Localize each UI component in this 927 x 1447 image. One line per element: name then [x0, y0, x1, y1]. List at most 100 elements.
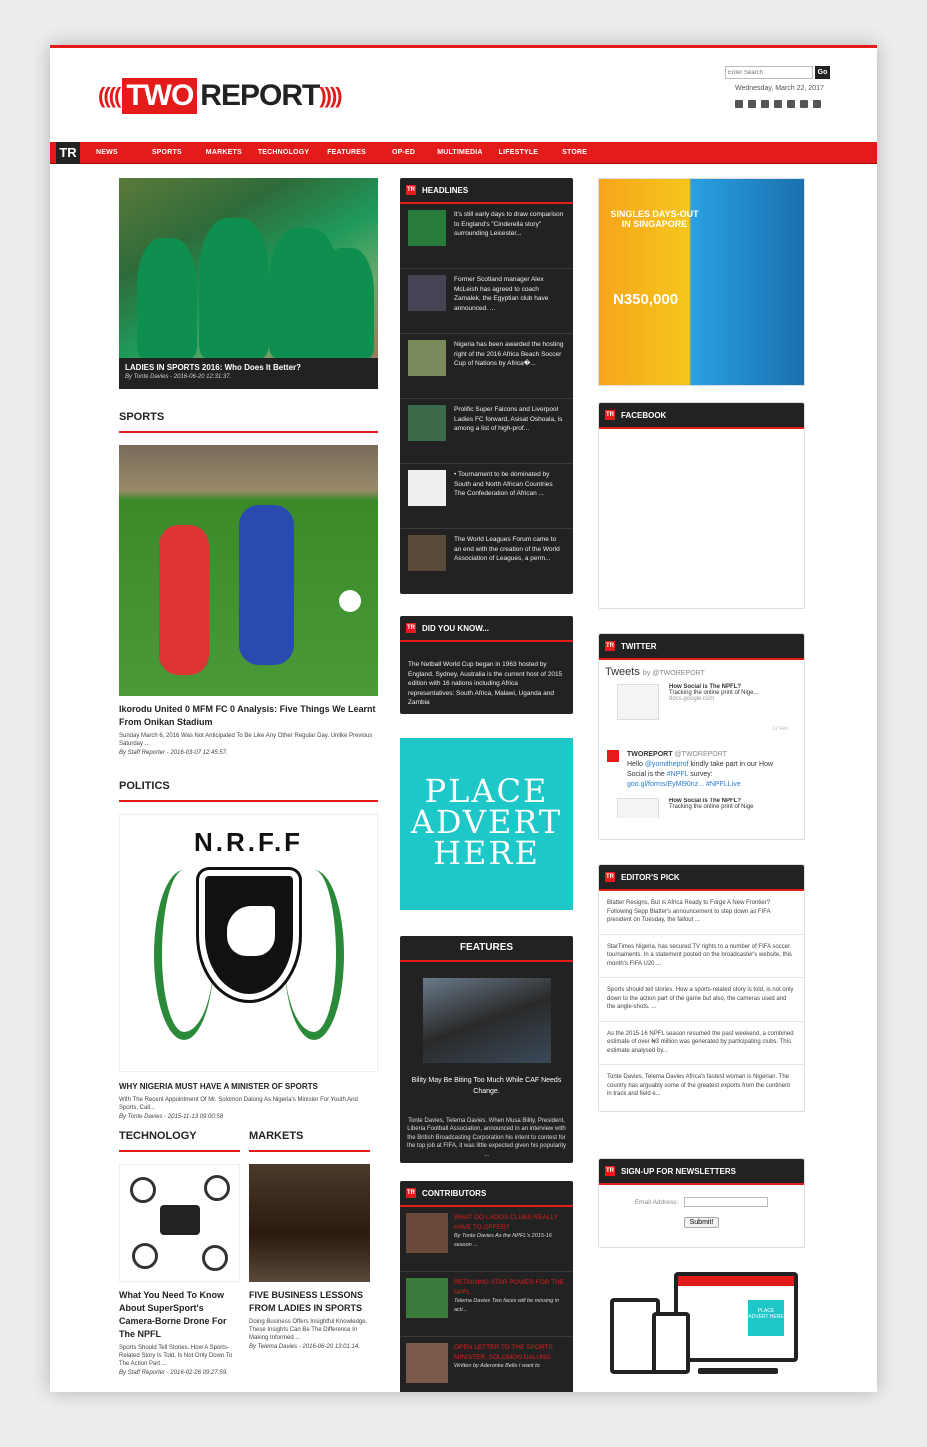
- editors-pick-item[interactable]: Tonte Davies, Telema Davies Africa's fas…: [599, 1065, 804, 1109]
- editors-pick-item[interactable]: Sports should tell stories. How a sports…: [599, 978, 804, 1022]
- section-title-markets[interactable]: MARKETS: [249, 1130, 370, 1152]
- instagram-icon[interactable]: [761, 100, 769, 108]
- devices-ad[interactable]: PLACE ADVERT HERE: [598, 1272, 805, 1380]
- nav-lifestyle[interactable]: LIFESTYLE: [499, 149, 539, 156]
- advert-line: HERE: [433, 833, 540, 872]
- nav-news[interactable]: NEWS: [96, 149, 118, 156]
- tweet-link[interactable]: goo.gl/forms/EyMl90nz...: [627, 781, 704, 788]
- avatar[interactable]: [607, 750, 619, 762]
- singapore-ad-price: N350,000: [613, 291, 679, 308]
- tweet-hashtag[interactable]: #NPFLLive: [706, 781, 741, 788]
- submit-button[interactable]: Submit!: [683, 1217, 720, 1228]
- markets-block: MARKETS FIVE BUSINESS LESSONS FROM LADIE…: [249, 1120, 370, 1376]
- features-title[interactable]: Bility May Be Biting Too Much While CAF …: [400, 1075, 573, 1097]
- technology-image[interactable]: [119, 1164, 240, 1282]
- tweet-handle[interactable]: @TWOREPORT: [674, 751, 726, 758]
- newsletter-widget: TR SIGN-UP FOR NEWSLETTERS Email Address:…: [598, 1158, 805, 1248]
- hero-title[interactable]: LADIES IN SPORTS 2016: Who Does It Bette…: [125, 363, 372, 372]
- section-title-technology[interactable]: TECHNOLOGY: [119, 1130, 240, 1152]
- sports-article-title[interactable]: Ikorodu United 0 MFM FC 0 Analysis: Five…: [119, 703, 378, 729]
- singapore-ad[interactable]: SINGLES DAYS-OUT IN SINGAPORE N350,000: [598, 178, 805, 386]
- politics-article-desc: With The Recent Appointment Of Mr. Solom…: [119, 1097, 358, 1111]
- contributor-title: RETAINING STAR POWER FOR THE NPFL: [454, 1279, 565, 1296]
- search-button[interactable]: Go: [815, 66, 830, 79]
- advert-banner[interactable]: PLACE ADVERT HERE: [400, 737, 573, 910]
- tech-markets-row: TECHNOLOGY What You Need To Know About S…: [119, 1120, 378, 1376]
- headline-item[interactable]: It's still early days to draw comparison…: [400, 204, 573, 269]
- youtube-icon[interactable]: [787, 100, 795, 108]
- headline-item[interactable]: • Tournament to be dominated by South an…: [400, 464, 573, 529]
- advert-line: ADVERT: [410, 802, 563, 841]
- search-input[interactable]: [725, 66, 813, 79]
- page: (((( TWO REPORT )))) Go Wednesday, March…: [50, 45, 877, 1392]
- tr-icon: TR: [605, 872, 615, 882]
- tweet-user[interactable]: TWOREPORT: [627, 751, 673, 758]
- logo-two: TWO: [122, 78, 198, 114]
- markets-image[interactable]: [249, 1164, 370, 1282]
- tweet-card[interactable]: How Social is The NPFL? Tracking the onli…: [617, 798, 794, 818]
- nav-multimedia[interactable]: MULTIMEDIA: [437, 149, 482, 156]
- email-icon[interactable]: [813, 100, 821, 108]
- contributor-item[interactable]: RETAINING STAR POWER FOR THE NPFL Telema …: [400, 1272, 573, 1337]
- contributor-item[interactable]: OPEN LETTER TO THE SPORTS MINISTER, SOLO…: [400, 1337, 573, 1392]
- technology-article-meta: By Staff Reporter - 2016-02-26 09:27:59.: [119, 1370, 228, 1376]
- technology-article-title[interactable]: What You Need To Know About SuperSport's…: [119, 1289, 240, 1341]
- editors-pick-item[interactable]: As the 2015-16 NPFL season resumed the p…: [599, 1022, 804, 1065]
- did-you-know-text: The Netball World Cup began in 1963 host…: [408, 661, 563, 706]
- nav-features[interactable]: FEATURES: [327, 149, 366, 156]
- email-field[interactable]: [684, 1197, 769, 1207]
- editors-pick-widget: TR EDITOR'S PICK Blatter Resigns, But is …: [598, 864, 805, 1112]
- politics-article-title[interactable]: WHY NIGERIA MUST HAVE A MINISTER OF SPOR…: [119, 1080, 378, 1093]
- tweets-title: Tweets: [605, 666, 640, 678]
- tweet-mention[interactable]: @yomitheprof: [645, 761, 689, 768]
- politics-image[interactable]: N.R.F.F: [119, 814, 378, 1072]
- headlines-box: TR HEADLINES It's still early days to dra…: [400, 178, 573, 594]
- newsletter-header: TR SIGN-UP FOR NEWSLETTERS: [599, 1159, 804, 1185]
- hero-meta: By Tonte Davies - 2016-06-20 12:31:37.: [125, 374, 232, 380]
- contributor-item[interactable]: WHAT DO LAGOS CLUBS REALLY HAVE TO OFFER…: [400, 1207, 573, 1272]
- contributor-desc: By Tonte Davies As the NPFL's 2015-16 se…: [454, 1233, 552, 1248]
- nav-technology[interactable]: TECHNOLOGY: [258, 149, 309, 156]
- markets-article-title[interactable]: FIVE BUSINESS LESSONS FROM LADIES IN SPO…: [249, 1289, 370, 1315]
- tweets-by[interactable]: by @TWOREPORT: [643, 670, 705, 677]
- facebook-icon[interactable]: [735, 100, 743, 108]
- headline-item[interactable]: The World Leagues Forum came to an end w…: [400, 529, 573, 594]
- sports-article-desc: Sunday March 6, 2016 Was Not Anticipated…: [119, 733, 373, 747]
- technology-article-desc: Sports Should Tell Stories. How A Sports…: [119, 1345, 233, 1367]
- did-you-know-title: DID YOU KNOW...: [422, 623, 489, 633]
- editors-pick-item[interactable]: StarTimes Nigeria, has secured TV rights…: [599, 935, 804, 978]
- hero-image[interactable]: [119, 178, 378, 358]
- headline-item[interactable]: Former Scotland manager Alex McLeish has…: [400, 269, 573, 334]
- features-header: FEATURES: [400, 936, 573, 962]
- main-nav: TR NEWS SPORTS MARKETS TECHNOLOGY FEATUR…: [50, 141, 877, 164]
- site-logo[interactable]: (((( TWO REPORT )))): [98, 76, 343, 116]
- editors-pick-item[interactable]: Blatter Resigns, But is Africa Ready to …: [599, 891, 804, 935]
- nav-store[interactable]: STORE: [562, 149, 587, 156]
- twitter-icon[interactable]: [748, 100, 756, 108]
- twitter-widget: TR TWITTER Tweets by @TWOREPORT How Socia…: [598, 633, 805, 840]
- tr-icon: TR: [406, 1188, 416, 1198]
- nav-sports[interactable]: SPORTS: [152, 149, 182, 156]
- tweet-card-url: docs.google.com: [669, 696, 715, 702]
- headline-text: Nigeria has been awarded the hosting rig…: [454, 341, 564, 367]
- tweet-hashtag[interactable]: #NPFL: [667, 771, 689, 778]
- features-image[interactable]: [422, 977, 551, 1063]
- tweet-card[interactable]: How Social is The NPFL? Tracking the onli…: [617, 684, 794, 720]
- google-plus-icon[interactable]: [774, 100, 782, 108]
- nav-markets[interactable]: MARKETS: [206, 149, 242, 156]
- markets-article-meta: By Telema Davies - 2016-06-20 13:01:14.: [249, 1344, 360, 1350]
- devices-ad-text: PLACE ADVERT HERE: [748, 1300, 784, 1336]
- contributors-header: TR CONTRIBUTORS: [400, 1181, 573, 1207]
- tweet-text: survey:: [690, 771, 713, 778]
- linkedin-icon[interactable]: [800, 100, 808, 108]
- headline-item[interactable]: Nigeria has been awarded the hosting rig…: [400, 334, 573, 399]
- nrff-emblem: [144, 850, 354, 1040]
- sports-article-meta: By Staff Reporter - 2016-03-07 12:45:57.: [119, 750, 228, 756]
- section-title-politics[interactable]: POLITICS: [119, 780, 378, 802]
- sports-image[interactable]: [119, 445, 378, 696]
- nav-op-ed[interactable]: OP-ED: [392, 149, 415, 156]
- headline-item[interactable]: Prolific Super Falcons and Liverpool Lad…: [400, 399, 573, 464]
- tr-icon: TR: [605, 641, 615, 651]
- nav-logo[interactable]: TR: [56, 141, 80, 164]
- section-title-sports[interactable]: SPORTS: [119, 411, 378, 433]
